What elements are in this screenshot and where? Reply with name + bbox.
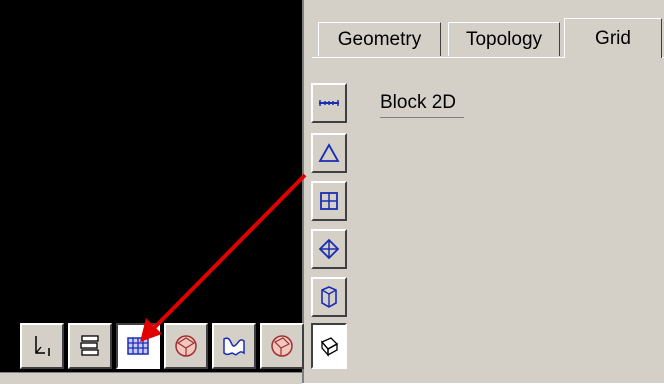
edge-params-icon: [319, 100, 339, 106]
tab-topology[interactable]: Topology: [448, 22, 560, 56]
diamond-mesh-button[interactable]: [311, 229, 347, 269]
diamond-icon: [318, 238, 340, 260]
shaded-cube-icon: [271, 335, 293, 357]
edge-params-button[interactable]: [311, 83, 347, 123]
axis-button[interactable]: [20, 323, 64, 369]
tab-grid[interactable]: Grid: [564, 18, 662, 58]
shaded-sphere-icon: [175, 335, 197, 357]
layers-icon: [80, 335, 99, 356]
volume-mesh-button[interactable]: [311, 277, 347, 317]
tab-topology-label: Topology: [465, 28, 543, 50]
curve-icon: [223, 337, 245, 356]
triangle-mesh-button[interactable]: [311, 133, 347, 173]
quad-grid-icon: [320, 192, 338, 210]
triangle-icon: [318, 143, 340, 162]
curve-button[interactable]: [212, 323, 256, 369]
grid-mesh-button[interactable]: [116, 323, 160, 369]
tab-geometry-label: Geometry: [337, 28, 422, 50]
grid-mesh-icon: [127, 337, 149, 355]
block-mesh-button[interactable]: [311, 323, 347, 369]
block-2d-underline: [380, 117, 464, 118]
tab-geometry[interactable]: Geometry: [318, 22, 441, 56]
axis-icon: [35, 336, 50, 356]
cube-volume-icon: [321, 286, 337, 308]
block-2d-label[interactable]: Block 2D: [380, 92, 456, 114]
shaded-cube-button[interactable]: [260, 323, 304, 369]
graphics-viewport[interactable]: [0, 0, 302, 372]
tab-bar: Geometry Topology Grid: [312, 18, 664, 58]
shaded-sphere-button[interactable]: [164, 323, 208, 369]
bottom-strip: [0, 372, 302, 384]
block-mesh-icon: [320, 337, 339, 357]
quad-mesh-button[interactable]: [311, 181, 347, 221]
tab-grid-label: Grid: [595, 27, 631, 49]
layers-button[interactable]: [68, 323, 112, 369]
